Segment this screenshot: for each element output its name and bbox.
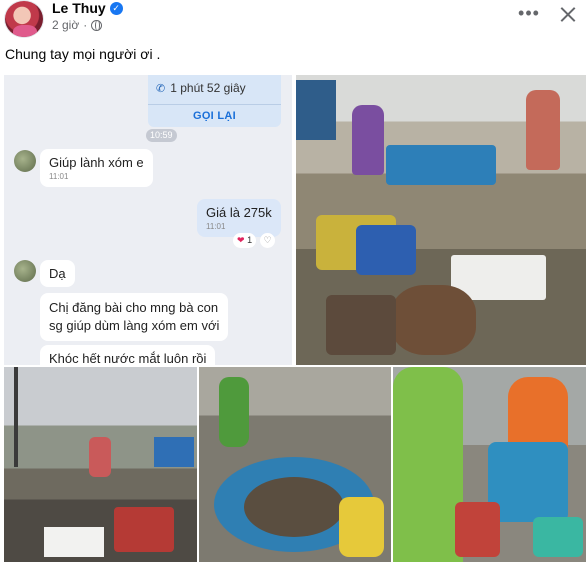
red-basket	[114, 507, 174, 552]
seafood-market-photo[interactable]	[296, 75, 586, 365]
lobster-pile	[391, 285, 476, 355]
blue-bucket	[488, 442, 568, 522]
contact-avatar	[14, 260, 36, 282]
meta-separator: ·	[83, 18, 88, 32]
author-name-row: Le Thuy ✓	[52, 0, 123, 16]
author-name[interactable]: Le Thuy	[52, 0, 106, 16]
chat-message: Chị đăng bài cho mng bà con sg giúp dùm …	[40, 293, 229, 341]
chat-message-line: sg giúp dùm làng xóm em với	[49, 318, 220, 333]
net	[533, 517, 583, 557]
chat-message-text: Giá là 275k	[206, 205, 272, 220]
heart-icon: ❤	[237, 235, 245, 245]
add-reaction-icon: ♡	[260, 233, 276, 248]
verified-badge-icon: ✓	[109, 1, 123, 15]
message-reactions: ❤ 1 ♡	[233, 233, 276, 248]
phone-icon: ✆	[156, 82, 166, 95]
call-info: ✆ 1 phút 52 giây	[156, 81, 246, 95]
chat-message-time: 11:01	[49, 172, 69, 181]
chat-message: Khóc hết nước mắt luôn rồi	[40, 345, 216, 365]
chat-screenshot-photo[interactable]: ✆ 1 phút 52 giây GỌI LẠI 10:59 Giúp lành…	[4, 75, 292, 365]
chat-message-text: Dạ	[49, 266, 66, 281]
heart-reaction: ❤ 1	[233, 233, 257, 248]
callback-button: GỌI LẠI	[148, 104, 281, 126]
close-icon[interactable]	[557, 4, 579, 26]
chat-message-text: Khóc hết nước mắt luôn rồi	[49, 351, 207, 365]
lobsters	[244, 477, 344, 537]
blue-basins	[386, 145, 496, 185]
boat	[296, 80, 336, 140]
contact-avatar	[14, 150, 36, 172]
post-header: Le Thuy ✓ 2 giờ · •••	[0, 0, 586, 40]
styrofoam-box	[44, 527, 104, 557]
person-green-raincoat	[393, 367, 463, 562]
workers-photo[interactable]	[393, 367, 586, 562]
post-time[interactable]: 2 giờ	[52, 18, 79, 32]
person	[352, 105, 384, 175]
chat-message-time: 11:01	[206, 222, 226, 231]
call-bubble: ✆ 1 phút 52 giây GỌI LẠI	[148, 75, 281, 127]
chat-message-text: Giúp lành xóm e	[49, 155, 144, 170]
time-divider: 10:59	[146, 129, 177, 142]
blue-crate	[154, 437, 194, 467]
chat-message: Giúp lành xóm e 11:01	[40, 149, 153, 187]
chat-message-own: Giá là 275k 11:01	[197, 199, 281, 237]
yellow-bag	[339, 497, 384, 557]
chat-message-line: Chị đăng bài cho mng bà con	[49, 300, 219, 315]
call-duration: 1 phút 52 giây	[170, 81, 246, 95]
mast	[14, 367, 18, 467]
chat-message: Dạ	[40, 260, 75, 287]
more-options-button[interactable]: •••	[517, 4, 541, 26]
person-raincoat	[219, 377, 249, 447]
lobster-basin-photo[interactable]	[199, 367, 391, 562]
person	[89, 437, 111, 477]
post-meta: 2 giờ ·	[52, 18, 103, 32]
harbor-photo[interactable]	[4, 367, 197, 562]
author-avatar[interactable]	[4, 0, 44, 38]
basket	[356, 225, 416, 275]
post-caption: Chung tay mọi người ơi .	[5, 46, 161, 62]
person	[526, 90, 560, 170]
lobster-basket	[326, 295, 396, 355]
photo-grid: ✆ 1 phút 52 giây GỌI LẠI 10:59 Giúp lành…	[4, 75, 586, 564]
globe-icon[interactable]	[91, 19, 103, 31]
reaction-count: 1	[247, 235, 253, 245]
red-basket	[455, 502, 500, 557]
